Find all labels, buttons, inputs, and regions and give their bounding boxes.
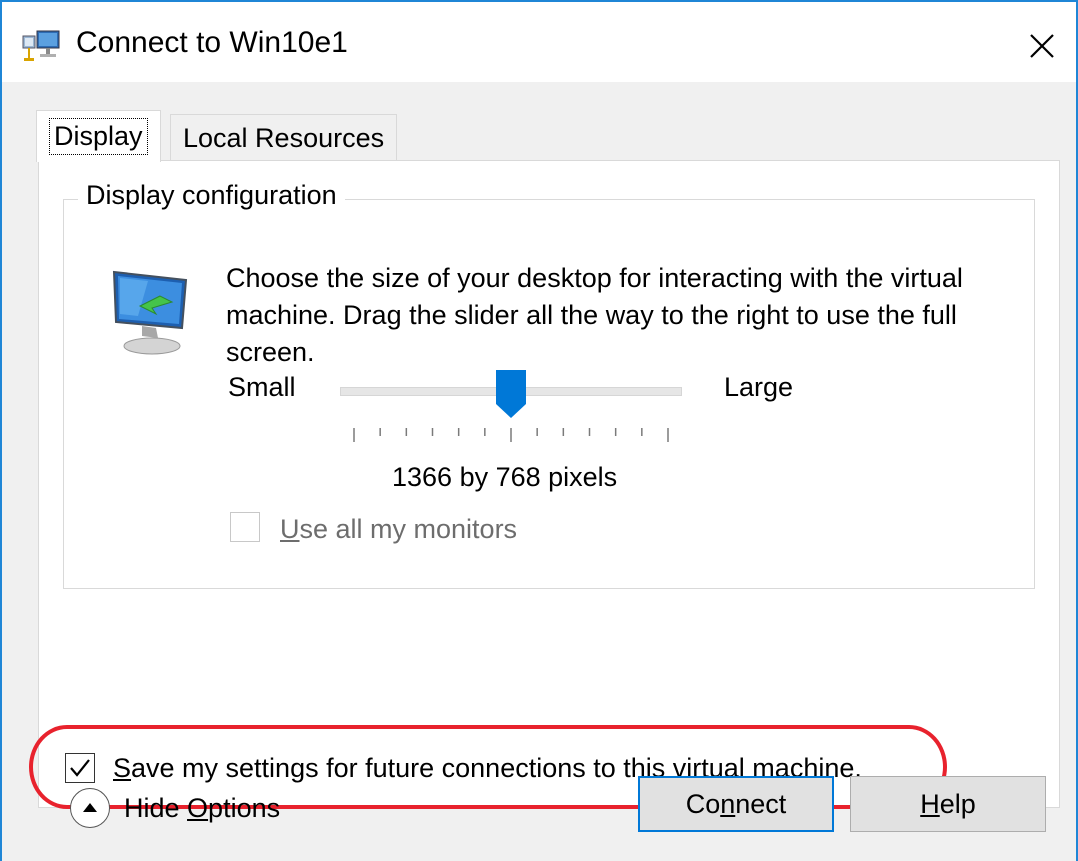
- window-title: Connect to Win10e1: [76, 26, 348, 59]
- connect-label-a: Co: [685, 788, 721, 819]
- slider-ticks: [353, 428, 669, 442]
- display-configuration-group: Display configuration Choose the size of…: [63, 180, 1035, 589]
- connect-label-b: nect: [735, 788, 787, 819]
- group-title: Display configuration: [78, 180, 345, 211]
- monitor-icon: [112, 270, 188, 355]
- connect-mnemonic: n: [720, 788, 736, 819]
- hide-options-text-b: ptions: [208, 792, 281, 823]
- display-description: Choose the size of your desktop for inte…: [226, 263, 963, 367]
- hide-options-toggle[interactable]: Hide Options: [70, 788, 280, 828]
- help-button[interactable]: Help: [850, 776, 1046, 832]
- tab-display-label: Display: [49, 118, 148, 155]
- hide-options-text-a: Hide: [124, 792, 188, 823]
- slider-min-label: Small: [228, 372, 296, 402]
- collapse-arrow-icon: [70, 788, 110, 828]
- use-all-monitors-checkbox[interactable]: [230, 512, 260, 542]
- tab-local-resources[interactable]: Local Resources: [170, 114, 398, 162]
- hide-options-label: Hide Options: [124, 793, 280, 824]
- connect-dialog-window: Connect to Win10e1 Display Local Resourc…: [0, 0, 1078, 861]
- tab-local-resources-label: Local Resources: [183, 123, 385, 153]
- use-all-monitors-label[interactable]: Use all my monitors: [280, 514, 517, 545]
- checkmark-icon: [70, 759, 90, 777]
- vm-connection-icon: [22, 30, 60, 61]
- resolution-readout: 1366 by 768 pixels: [392, 462, 618, 492]
- close-icon: [1030, 34, 1054, 58]
- save-settings-mnemonic: S: [113, 753, 132, 783]
- hide-options-mnemonic: O: [187, 792, 209, 823]
- dialog-body: Display Local Resources Display configur…: [2, 82, 1076, 861]
- use-all-monitors-mnemonic: U: [280, 514, 300, 544]
- help-mnemonic: H: [920, 788, 940, 819]
- use-all-monitors-label-text: se all my monitors: [299, 514, 518, 544]
- title-bar: Connect to Win10e1: [2, 2, 1076, 82]
- connect-button[interactable]: Co n nect: [638, 776, 834, 832]
- resolution-slider-thumb[interactable]: [494, 368, 528, 420]
- display-tab-panel: Display configuration Choose the size of…: [29, 160, 1060, 809]
- save-settings-checkbox[interactable]: [65, 753, 95, 783]
- help-label: elp: [939, 788, 976, 819]
- slider-max-label: Large: [724, 372, 794, 402]
- tab-display[interactable]: Display: [36, 110, 161, 162]
- close-button[interactable]: [1012, 16, 1072, 76]
